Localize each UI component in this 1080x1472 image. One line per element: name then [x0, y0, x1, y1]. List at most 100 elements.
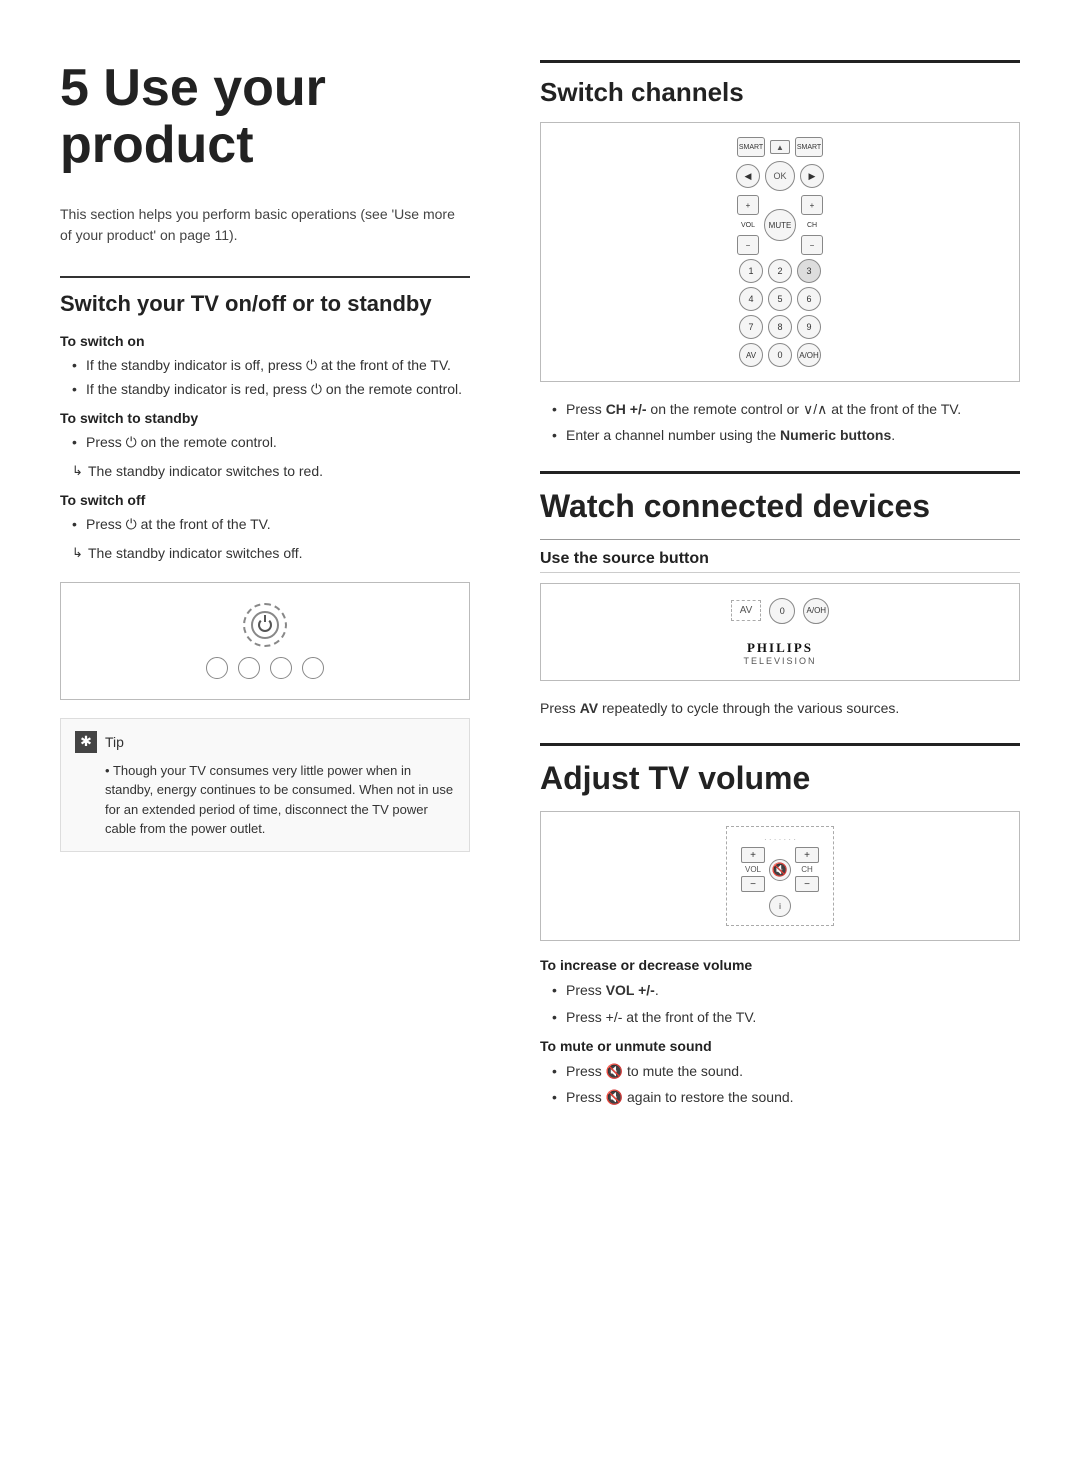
info-btn: i	[769, 895, 791, 917]
vol-text: VOL	[745, 865, 761, 874]
num-row-4: AV 0 A/OH	[739, 343, 821, 367]
switch-on-bullet-1: If the standby indicator is off, press ⏻…	[72, 355, 470, 376]
num-3: 3	[797, 259, 821, 283]
zero-btn: 0	[769, 598, 795, 624]
smart-btn-right: SMART	[795, 137, 823, 157]
num-8: 8	[768, 315, 792, 339]
av-btn: AV	[739, 343, 763, 367]
nav-left-btn: ◀	[736, 164, 760, 188]
remote-row-1: SMART ▲ SMART	[737, 137, 823, 157]
num-9: 9	[797, 315, 821, 339]
standby-bullet-1: Press ⏻ on the remote control.	[72, 432, 470, 453]
num-5: 5	[768, 287, 792, 311]
tip-bullet: •	[105, 763, 113, 778]
mute-heading: To mute or unmute sound	[540, 1038, 1020, 1054]
tip-content: Though your TV consumes very little powe…	[105, 763, 453, 837]
channel-bullet-1: Press CH +/- on the remote control or ∨/…	[552, 398, 1020, 420]
standby-arrow: The standby indicator switches to red.	[60, 461, 470, 482]
vol-minus: −	[737, 235, 759, 255]
circle-2	[238, 657, 260, 679]
vol-plus-btn: +	[741, 847, 765, 863]
television-label: TELEVISION	[743, 656, 816, 666]
tip-text: • Though your TV consumes very little po…	[75, 761, 455, 839]
volume-bullet-2: Press +/- at the front of the TV.	[552, 1006, 1020, 1028]
ch-minus-btn: −	[795, 876, 819, 892]
thin-divider-source	[540, 539, 1020, 540]
vol-remote-row-bottom: i	[769, 895, 791, 917]
standby-inner-circle	[251, 611, 279, 639]
left-column: 5 Use yourproduct This section helps you…	[0, 0, 510, 1472]
nav-right-btn: ▶	[800, 164, 824, 188]
remote-row-2: ◀ OK ▶	[736, 161, 824, 191]
vol-remote-row-main: + VOL − 🔇 + CH −	[741, 847, 819, 892]
ch-label: CH	[801, 215, 823, 235]
mute-bullet-1: Press 🔇 to mute the sound.	[552, 1060, 1020, 1082]
ch-col: + CH −	[795, 847, 819, 892]
mute-icon: 🔇	[772, 862, 788, 878]
volume-bullets: Press VOL +/-. Press +/- at the front of…	[540, 979, 1020, 1028]
ch-plus-btn: +	[795, 847, 819, 863]
dots: · · · · · · ·	[764, 835, 796, 844]
switch-off-bullets: Press ⏻ at the front of the TV.	[60, 514, 470, 535]
switch-channels-section: Switch channels SMART ▲ SMART ◀ OK ▶	[540, 60, 1020, 447]
dot-row: · · · · · · ·	[764, 835, 796, 844]
standby-bullets: Press ⏻ on the remote control.	[60, 432, 470, 453]
av-source-btn: AV	[731, 600, 762, 621]
source-remote-illustration: AV 0 A/OH PHILIPS TELEVISION	[540, 583, 1020, 681]
ch-minus: −	[801, 235, 823, 255]
vol-remote-row-dots: · · · · · · ·	[764, 835, 796, 844]
mute-bullets: Press 🔇 to mute the sound. Press 🔇 again…	[540, 1060, 1020, 1109]
num-0: 0	[768, 343, 792, 367]
switch-off-bullet-1: Press ⏻ at the front of the TV.	[72, 514, 470, 535]
tip-star-icon: ✱	[75, 731, 97, 753]
mute-bullet-2: Press 🔇 again to restore the sound.	[552, 1086, 1020, 1108]
remote-row-3: + VOL − MUTE + CH −	[737, 195, 823, 255]
adjust-volume-title: Adjust TV volume	[540, 760, 1020, 797]
vol-remote: · · · · · · · + VOL − 🔇 + CH −	[726, 826, 834, 926]
vol-minus-btn: −	[741, 876, 765, 892]
standby-circle	[243, 603, 287, 647]
tip-header: ✱ Tip	[75, 731, 455, 753]
tip-box: ✱ Tip • Though your TV consumes very lit…	[60, 718, 470, 852]
channels-remote-illustration: SMART ▲ SMART ◀ OK ▶ + VOL −	[540, 122, 1020, 382]
vol-col: + VOL −	[741, 847, 765, 892]
power-icon	[258, 618, 272, 632]
num-4: 4	[739, 287, 763, 311]
aoh-btn: A/OH	[797, 343, 821, 367]
intro-text: This section helps you perform basic ope…	[60, 204, 470, 246]
ch-group: + CH −	[801, 195, 823, 255]
section-title-switch-tv: Switch your TV on/off or to standby	[60, 290, 470, 319]
switch-on-bullets: If the standby indicator is off, press ⏻…	[60, 355, 470, 400]
chapter-number: 5	[60, 59, 89, 117]
source-row: AV 0 A/OH	[731, 598, 830, 624]
watch-devices-title: Watch connected devices	[540, 488, 1020, 525]
vol-label: VOL	[737, 215, 759, 235]
subsection-switch-off: To switch off	[60, 492, 470, 508]
switch-on-bullet-2: If the standby indicator is red, press ⏻…	[72, 379, 470, 400]
ch-plus: +	[801, 195, 823, 215]
standby-button-illustration	[206, 603, 324, 679]
circle-1	[206, 657, 228, 679]
switch-off-arrow: The standby indicator switches off.	[60, 543, 470, 564]
four-circles-row	[206, 657, 324, 679]
num-row-2: 4 5 6	[739, 287, 821, 311]
philips-logo-text: PHILIPS	[743, 640, 816, 656]
watch-devices-section: Watch connected devices Use the source b…	[540, 471, 1020, 719]
channel-bullet-2: Enter a channel number using the Numeric…	[552, 424, 1020, 446]
ok-btn: OK	[765, 161, 795, 191]
philips-brand: PHILIPS TELEVISION	[743, 640, 816, 666]
subsection-switch-on: To switch on	[60, 333, 470, 349]
thick-divider-watch	[540, 471, 1020, 474]
thick-divider-volume	[540, 743, 1020, 746]
num-1: 1	[739, 259, 763, 283]
aoh-source-btn: A/OH	[803, 598, 829, 624]
switch-channels-title: Switch channels	[540, 77, 1020, 108]
chapter-title: 5 Use yourproduct	[60, 60, 470, 174]
num-6: 6	[797, 287, 821, 311]
standby-remote-illustration	[60, 582, 470, 700]
thick-divider-channels	[540, 60, 1020, 63]
vol-plus: +	[737, 195, 759, 215]
num-2: 2	[768, 259, 792, 283]
channels-bullet-list: Press CH +/- on the remote control or ∨/…	[540, 398, 1020, 447]
volume-remote-illustration: · · · · · · · + VOL − 🔇 + CH −	[540, 811, 1020, 941]
